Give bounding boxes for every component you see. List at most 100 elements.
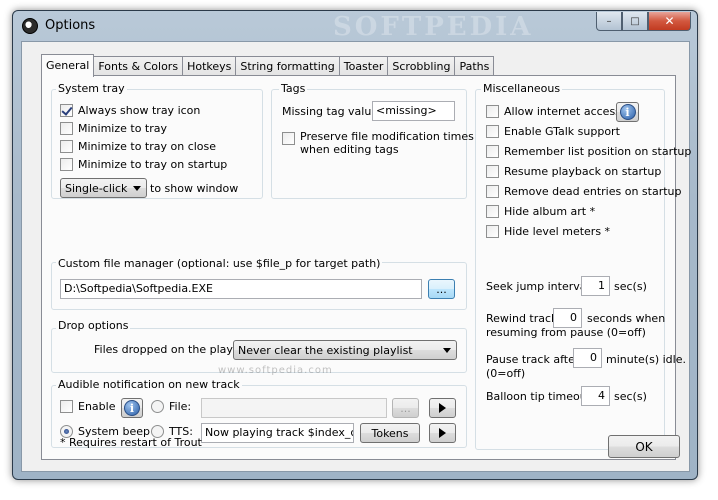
restart-note: * Requires restart of Trout xyxy=(60,436,202,449)
missing-tag-input[interactable]: <missing> xyxy=(372,101,455,121)
maximize-icon: □ xyxy=(630,15,640,27)
click-mode-suffix: to show window xyxy=(150,182,239,195)
file-manager-input[interactable]: D:\Softpedia\Softpedia.EXE xyxy=(60,279,422,299)
tab-scrobbling[interactable]: Scrobbling xyxy=(387,56,456,76)
balloon-timeout-label: Balloon tip timeout: xyxy=(486,390,595,403)
window-title: Options xyxy=(45,18,96,33)
minimize-on-startup-option[interactable]: Minimize to tray on startup xyxy=(60,158,227,171)
minimize-to-tray-checkbox[interactable] xyxy=(60,122,73,135)
allow-internet-checkbox[interactable] xyxy=(486,105,499,118)
missing-tag-label: Missing tag value: xyxy=(282,105,382,118)
notification-file-browse-button[interactable]: ... xyxy=(392,398,419,418)
preserve-times-checkbox[interactable] xyxy=(282,132,295,145)
file-manager-browse-button[interactable]: ... xyxy=(428,279,455,299)
rewind-suffix-line2: resuming from pause (0=off) xyxy=(486,326,646,339)
close-button[interactable]: ✕ xyxy=(648,12,691,31)
app-icon xyxy=(22,18,38,34)
tab-strip: General Fonts & Colors Hotkeys String fo… xyxy=(41,54,495,77)
resume-playback-checkbox[interactable] xyxy=(486,165,499,178)
pause-suffix-line1: minute(s) idle. xyxy=(606,353,686,366)
minimize-on-close-label: Minimize to tray on close xyxy=(78,140,217,153)
tab-hotkeys[interactable]: Hotkeys xyxy=(182,56,237,76)
play-icon xyxy=(439,428,446,438)
softpedia-watermark: SOFTPEDIA xyxy=(333,12,534,42)
tab-toaster[interactable]: Toaster xyxy=(338,56,389,76)
hide-level-meters-checkbox[interactable] xyxy=(486,225,499,238)
tokens-button[interactable]: Tokens xyxy=(360,423,420,443)
chevron-down-icon xyxy=(443,348,451,353)
remember-position-option[interactable]: Remember list position on startup xyxy=(486,145,691,158)
seek-interval-input[interactable]: 1 xyxy=(581,276,610,296)
play-file-button[interactable] xyxy=(429,398,456,418)
file-mode-option[interactable]: File: xyxy=(151,400,191,413)
resume-playback-option[interactable]: Resume playback on startup xyxy=(486,165,661,178)
file-manager-label: Custom file manager (optional: use $file… xyxy=(56,257,383,270)
enable-notification-checkbox[interactable] xyxy=(60,400,73,413)
minimize-on-close-option[interactable]: Minimize to tray on close xyxy=(60,140,216,153)
enable-notification-option[interactable]: Enable xyxy=(60,400,115,413)
drop-behavior-value: Never clear the existing playlist xyxy=(238,344,413,357)
hide-album-art-checkbox[interactable] xyxy=(486,205,499,218)
drop-behavior-select[interactable]: Never clear the existing playlist xyxy=(233,340,457,360)
tts-input[interactable]: Now playing track $index_c of $ xyxy=(201,423,354,443)
file-mode-radio[interactable] xyxy=(151,400,164,413)
balloon-timeout-input[interactable]: 4 xyxy=(581,386,610,406)
minimize-icon: – xyxy=(606,15,612,27)
hide-album-art-option[interactable]: Hide album art * xyxy=(486,205,595,218)
minimize-on-startup-checkbox[interactable] xyxy=(60,158,73,171)
file-mode-label: File: xyxy=(169,400,192,413)
remember-position-checkbox[interactable] xyxy=(486,145,499,158)
preserve-times-label-line2: when editing tags xyxy=(300,143,399,156)
play-tts-button[interactable] xyxy=(429,423,456,443)
chevron-down-icon xyxy=(133,186,141,191)
remove-dead-option[interactable]: Remove dead entries on startup xyxy=(486,185,682,198)
always-show-tray-label: Always show tray icon xyxy=(78,104,201,117)
allow-internet-option[interactable]: Allow internet access xyxy=(486,105,621,118)
hide-level-meters-option[interactable]: Hide level meters * xyxy=(486,225,610,238)
click-mode-select[interactable]: Single-click xyxy=(60,178,147,198)
preserve-times-option[interactable]: Preserve file modification times when ed… xyxy=(282,130,474,156)
tab-fonts-colors[interactable]: Fonts & Colors xyxy=(93,56,184,76)
minimize-button[interactable]: – xyxy=(596,12,622,31)
pause-input[interactable]: 0 xyxy=(573,348,602,368)
hide-album-art-label: Hide album art * xyxy=(504,205,596,218)
notification-file-input[interactable] xyxy=(201,398,387,418)
tab-general[interactable]: General xyxy=(41,54,95,77)
close-icon: ✕ xyxy=(664,14,675,28)
minimize-on-startup-label: Minimize to tray on startup xyxy=(78,158,228,171)
options-window: Options SOFTPEDIA – □ ✕ General Fonts & … xyxy=(12,10,698,480)
system-tray-label: System tray xyxy=(56,82,127,95)
always-show-tray-option[interactable]: Always show tray icon xyxy=(60,104,200,117)
remove-dead-label: Remove dead entries on startup xyxy=(504,185,682,198)
tab-string-formatting[interactable]: String formatting xyxy=(235,56,340,76)
minimize-on-close-checkbox[interactable] xyxy=(60,140,73,153)
gtalk-option[interactable]: Enable GTalk support xyxy=(486,125,620,138)
preserve-times-label-line1: Preserve file modification times xyxy=(300,130,474,143)
softpedia-watermark-center: www.softpedia.com xyxy=(218,365,333,376)
always-show-tray-checkbox[interactable] xyxy=(60,104,73,117)
click-mode-value: Single-click xyxy=(65,182,128,195)
drop-options-label: Drop options xyxy=(56,319,131,332)
notification-info-button[interactable]: i xyxy=(121,398,143,418)
enable-notification-label: Enable xyxy=(78,400,116,413)
miscellaneous-label: Miscellaneous xyxy=(481,82,563,95)
resume-playback-label: Resume playback on startup xyxy=(504,165,662,178)
ok-button[interactable]: OK xyxy=(608,435,680,458)
pause-label: Pause track after xyxy=(486,353,580,366)
title-bar[interactable]: Options SOFTPEDIA – □ ✕ xyxy=(13,11,697,42)
maximize-button[interactable]: □ xyxy=(622,12,648,31)
notification-label: Audible notification on new track xyxy=(56,378,242,391)
internet-info-button[interactable]: i xyxy=(616,102,639,122)
minimize-to-tray-label: Minimize to tray xyxy=(78,122,168,135)
minimize-to-tray-option[interactable]: Minimize to tray xyxy=(60,122,167,135)
tab-paths[interactable]: Paths xyxy=(454,56,495,76)
info-icon: i xyxy=(619,104,636,120)
rewind-input[interactable]: 0 xyxy=(553,308,582,328)
play-icon xyxy=(439,403,446,413)
gtalk-checkbox[interactable] xyxy=(486,125,499,138)
files-dropped-label: Files dropped on the playlist: xyxy=(94,343,253,356)
seek-interval-label: Seek jump interval: xyxy=(486,280,594,293)
remove-dead-checkbox[interactable] xyxy=(486,185,499,198)
allow-internet-label: Allow internet access xyxy=(504,105,621,118)
tags-label: Tags xyxy=(279,82,308,95)
